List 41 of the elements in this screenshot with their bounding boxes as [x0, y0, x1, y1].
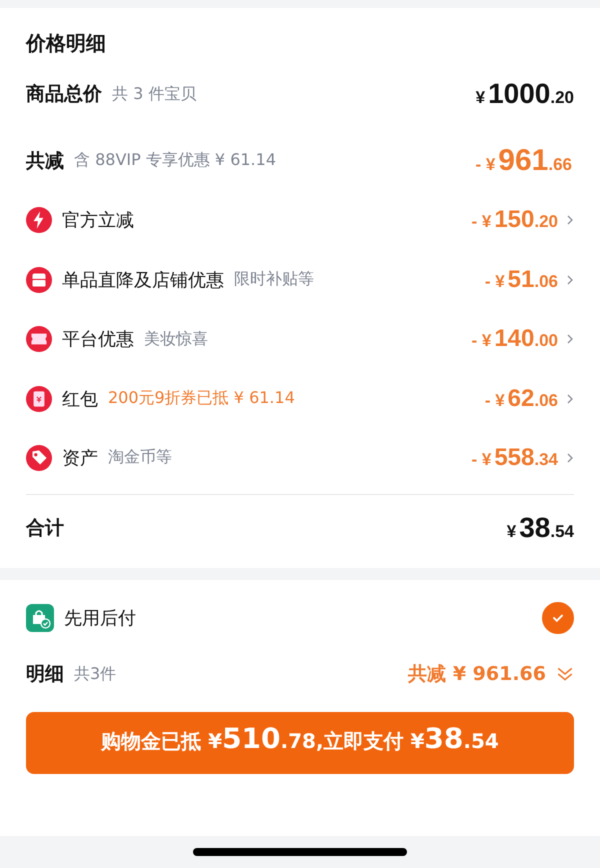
chevron-icon[interactable] — [566, 392, 574, 405]
row-label: 共减 — [26, 148, 64, 174]
amount: - ¥961.66 — [475, 144, 572, 178]
row-label: 单品直降及店铺优惠 — [62, 268, 224, 292]
amount: - ¥51.06 — [484, 266, 558, 294]
ticket-icon — [26, 326, 52, 352]
row-note: 限时补贴等 — [234, 269, 314, 290]
lightning-icon — [26, 207, 52, 234]
amount: ¥1000.20 — [476, 78, 574, 110]
chevron-icon[interactable] — [566, 274, 574, 286]
checkbox[interactable] — [542, 602, 574, 634]
section-title: 价格明细 — [26, 30, 107, 57]
item-count: 共3件 — [74, 664, 116, 684]
row-note: 美妆惊喜 — [144, 328, 208, 350]
amount: - ¥558.34 — [471, 444, 558, 472]
row-label: 官方立减 — [62, 209, 134, 232]
row-label: 资产 — [62, 446, 98, 470]
chevron-icon[interactable] — [566, 214, 574, 226]
row-note: 200元9折券已抵 ¥ 61.14 — [108, 388, 295, 410]
expand-icon[interactable] — [556, 665, 574, 683]
row-note: 共 3 件宝贝 — [112, 84, 196, 105]
row-label: 合计 — [26, 516, 64, 542]
row-note: 含 88VIP 专享优惠 ¥ 61.14 — [74, 150, 276, 172]
amount: - ¥62.06 — [484, 384, 558, 413]
envelope-icon — [26, 386, 52, 412]
option-label: 先用后付 — [64, 607, 136, 630]
shopping-bag-icon — [26, 604, 54, 632]
shop-icon — [26, 266, 52, 293]
tag-icon — [26, 444, 52, 471]
pay-button[interactable]: 购物金已抵 ¥510.78,立即支付 ¥38.54 — [26, 712, 574, 774]
amount: - ¥150.20 — [471, 206, 558, 234]
chevron-icon[interactable] — [566, 452, 574, 464]
chevron-icon[interactable] — [566, 333, 574, 346]
reduction-total: 共减 ¥ 961.66 — [408, 662, 546, 687]
row-label: 商品总价 — [26, 82, 102, 108]
row-label: 平台优惠 — [62, 328, 134, 352]
amount: ¥38.54 — [506, 512, 574, 544]
row-note: 淘金币等 — [108, 447, 172, 468]
row-label: 红包 — [62, 388, 98, 411]
amount: - ¥140.00 — [471, 325, 558, 354]
detail-label: 明细 — [26, 662, 64, 687]
